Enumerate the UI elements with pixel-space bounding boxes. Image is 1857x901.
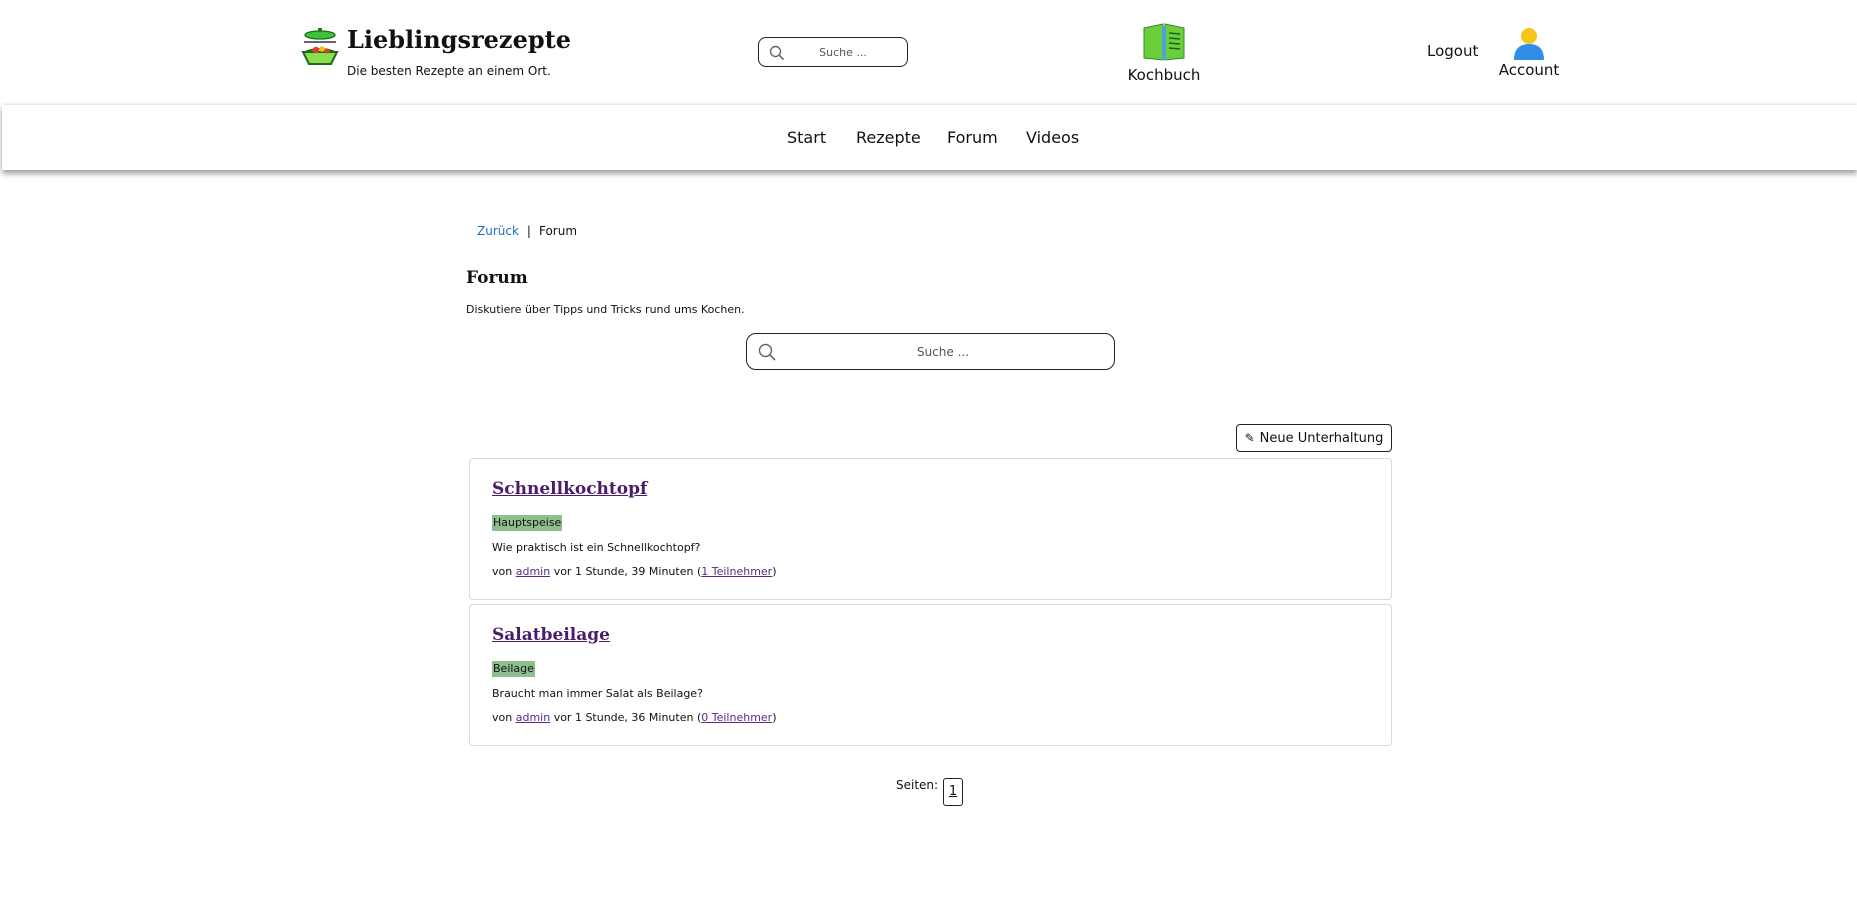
thread-participants-link[interactable]: 1 Teilnehmer	[701, 565, 772, 578]
pencil-icon: ✎	[1244, 431, 1255, 445]
thread-participants-link[interactable]: 0 Teilnehmer	[701, 711, 772, 724]
page-title: Forum	[466, 268, 528, 288]
pot-logo-icon[interactable]	[301, 28, 339, 72]
thread-author-link[interactable]: admin	[516, 565, 550, 578]
kochbuch-link[interactable]: Kochbuch	[1124, 22, 1204, 86]
new-conversation-button[interactable]: ✎ Neue Unterhaltung	[1236, 424, 1392, 452]
thread-title-link[interactable]: Salatbeilage	[492, 625, 610, 645]
thread-card: Salatbeilage Beilage Braucht man immer S…	[469, 604, 1392, 746]
logout-link[interactable]: Logout	[1427, 42, 1478, 60]
nav-item-start[interactable]: Start	[787, 128, 826, 147]
thread-tag: Beilage	[492, 661, 535, 677]
header-search-box[interactable]	[758, 37, 908, 67]
breadcrumb-back-link[interactable]: Zurück	[477, 224, 519, 238]
user-icon	[1514, 28, 1544, 60]
breadcrumb-current: Forum	[538, 224, 578, 238]
new-conversation-label: Neue Unterhaltung	[1259, 431, 1384, 446]
nav-item-forum[interactable]: Forum	[947, 128, 998, 147]
thread-author-link[interactable]: admin	[516, 711, 550, 724]
thread-card: Schnellkochtopf Hauptspeise Wie praktisc…	[469, 458, 1392, 600]
breadcrumb: Zurück | Forum	[477, 224, 577, 238]
thread-by-prefix: von	[492, 565, 513, 578]
thread-meta: von admin vor 1 Stunde, 39 Minuten (1 Te…	[492, 565, 777, 578]
thread-time: vor 1 Stunde, 39 Minuten	[553, 565, 694, 578]
site-header: Lieblingsrezepte Die besten Rezepte an e…	[0, 0, 1857, 104]
page-description: Diskutiere über Tipps und Tricks rund um…	[466, 303, 745, 316]
brand-title[interactable]: Lieblingsrezepte	[347, 25, 571, 54]
search-icon	[769, 45, 785, 61]
thread-tag: Hauptspeise	[492, 515, 563, 531]
brand-subtitle: Die besten Rezepte an einem Ort.	[347, 64, 551, 78]
thread-time: vor 1 Stunde, 36 Minuten	[553, 711, 694, 724]
forum-search-input[interactable]	[787, 341, 1099, 363]
main-nav: Start Rezepte Forum Videos	[2, 105, 1857, 170]
thread-description: Wie praktisch ist ein Schnellkochtopf?	[492, 541, 701, 554]
account-link[interactable]: Account	[1494, 27, 1564, 79]
header-search-input[interactable]	[791, 42, 895, 62]
pagination-page-1[interactable]: 1	[943, 778, 963, 806]
nav-item-videos[interactable]: Videos	[1026, 128, 1079, 147]
book-icon	[1143, 23, 1185, 61]
breadcrumb-separator: |	[526, 224, 531, 238]
account-label: Account	[1498, 61, 1560, 79]
nav-item-rezepte[interactable]: Rezepte	[856, 128, 921, 147]
forum-search-box[interactable]	[746, 333, 1115, 370]
thread-meta: von admin vor 1 Stunde, 36 Minuten (0 Te…	[492, 711, 777, 724]
kochbuch-label: Kochbuch	[1127, 66, 1201, 84]
thread-title-link[interactable]: Schnellkochtopf	[492, 479, 647, 499]
pagination-label: Seiten:	[896, 778, 939, 792]
search-icon	[758, 343, 776, 361]
thread-description: Braucht man immer Salat als Beilage?	[492, 687, 703, 700]
thread-by-prefix: von	[492, 711, 513, 724]
